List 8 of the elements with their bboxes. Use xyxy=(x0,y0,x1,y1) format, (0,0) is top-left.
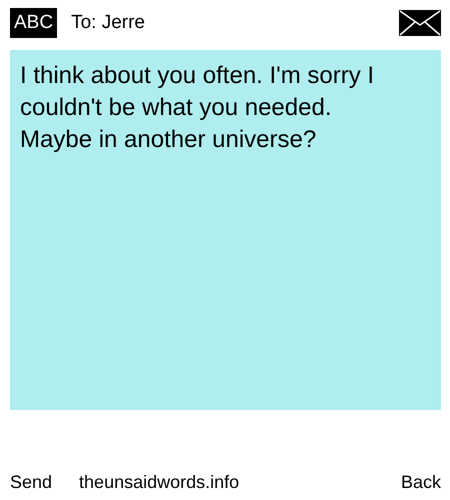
input-mode-label: ABC xyxy=(10,8,58,38)
message-box[interactable]: I think about you often. I'm sorry I couldn't be what you needed. Maybe in another universe? xyxy=(10,50,441,410)
site-label: theunsaidwords.info xyxy=(79,472,240,492)
back-softkey[interactable]: Back xyxy=(400,472,441,492)
recipient-label: To: Jerre xyxy=(71,12,146,34)
message-text: I think about you often. I'm sorry I couldn't be what you needed. Maybe in another universe? xyxy=(20,61,376,155)
send-softkey[interactable]: Send xyxy=(10,472,52,492)
envelope-icon xyxy=(399,10,441,36)
